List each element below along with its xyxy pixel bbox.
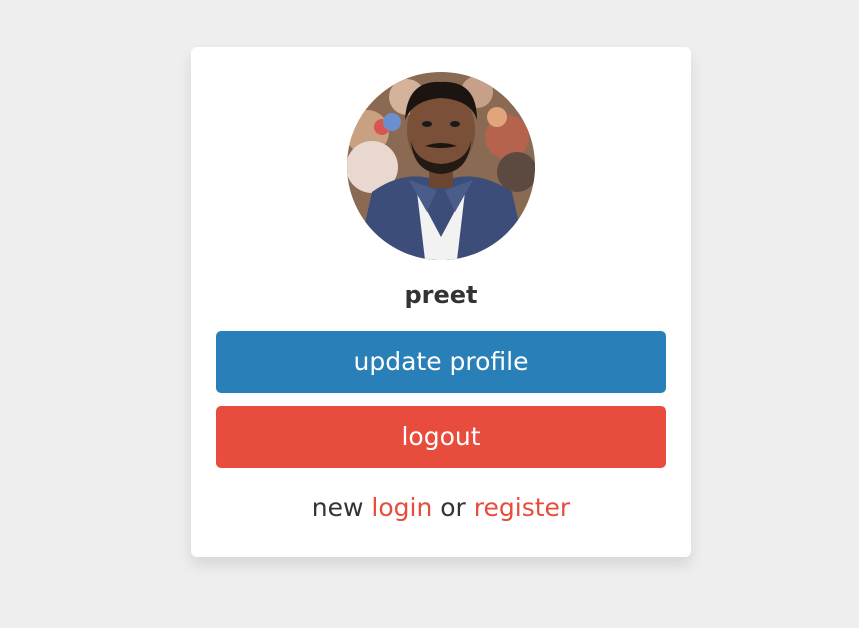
update-profile-button[interactable]: update profile — [216, 331, 666, 393]
footer-prefix: new — [311, 493, 364, 522]
avatar — [347, 72, 535, 260]
footer-separator: or — [440, 493, 466, 522]
login-link[interactable]: login — [371, 493, 432, 522]
auth-links: new login or register — [191, 493, 691, 522]
logout-button[interactable]: logout — [216, 406, 666, 468]
register-link[interactable]: register — [474, 493, 570, 522]
profile-card: preet update profile logout new login or… — [191, 47, 691, 557]
username: preet — [404, 281, 478, 309]
user-photo-icon — [347, 72, 535, 260]
